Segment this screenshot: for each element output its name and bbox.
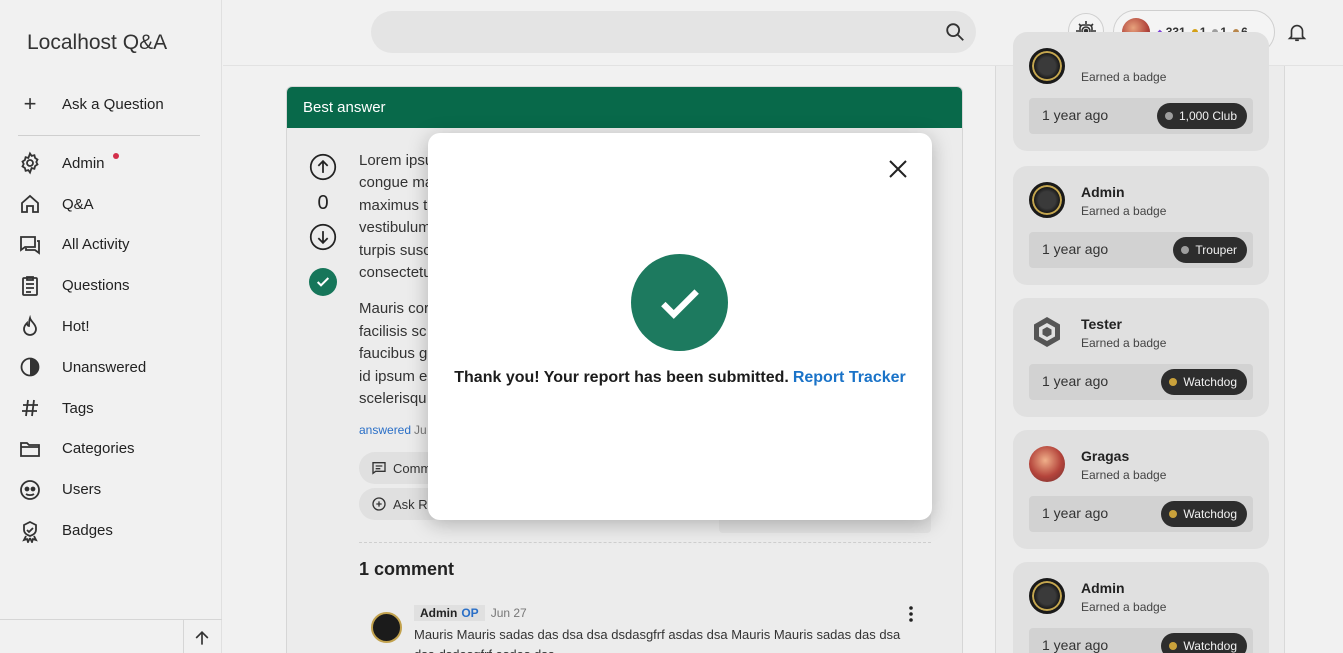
- report-success-dialog: Thank you! Your report has been submitte…: [428, 133, 932, 520]
- close-icon[interactable]: [886, 157, 910, 181]
- success-check-icon: [631, 254, 728, 351]
- success-text: Thank you! Your report has been submitte…: [454, 369, 789, 386]
- success-message: Thank you! Your report has been submitte…: [428, 369, 932, 387]
- report-tracker-link[interactable]: Report Tracker: [793, 369, 906, 386]
